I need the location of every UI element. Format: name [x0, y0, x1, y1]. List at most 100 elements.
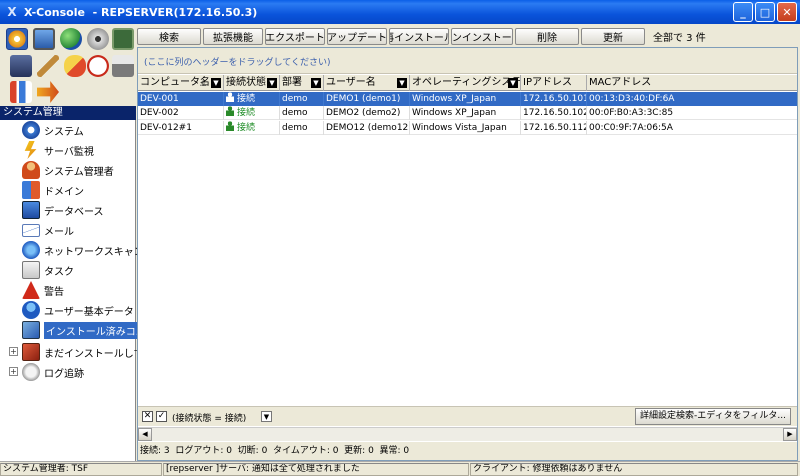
warning-icon — [22, 281, 40, 299]
cell-mac: 00:C0:9F:7A:06:5A — [589, 123, 673, 133]
column-header-computer[interactable]: コンピュータ名 △ ▼ — [138, 75, 224, 91]
domain-icon — [22, 181, 40, 199]
export-button[interactable]: エクスポート — [265, 27, 325, 45]
cell-user: DEMO2 (demo2) — [324, 106, 410, 120]
filter-dropdown-icon[interactable]: ▼ — [397, 78, 407, 88]
not-installed-icon — [22, 343, 40, 361]
cell-department: demo — [280, 92, 324, 106]
column-header-user[interactable]: ユーザー名 ▼ — [324, 75, 410, 91]
status-client: クライアント: 修理依頼はありません — [470, 463, 798, 476]
cell-department: demo — [280, 121, 324, 135]
network-scan-icon — [22, 241, 40, 259]
cell-mac: 00:13:D3:40:DF:6A — [589, 94, 675, 104]
mail-icon — [22, 223, 40, 237]
sidebar-item-log[interactable]: ログ追跡 — [22, 362, 84, 382]
group-by-bar[interactable]: (ここに列のヘッダーをドラッグしてください) — [138, 48, 797, 74]
clock-icon[interactable] — [87, 55, 109, 77]
sidebar-item-domain[interactable]: ドメイン — [22, 180, 84, 200]
sidebar-item-network-scan[interactable]: ネットワークスキャン — [22, 240, 144, 260]
search-button[interactable]: 検索 — [137, 27, 201, 45]
cell-ip: 172.16.50.102 — [523, 106, 587, 120]
table-row[interactable]: DEV-012#1 接続 demo DEMO12 (demo12) Window… — [138, 121, 797, 135]
horizontal-scrollbar[interactable]: ◀ ▶ — [138, 427, 797, 441]
sidebar-header: システム管理 — [0, 106, 136, 120]
cell-computer: DEV-001 — [138, 92, 224, 106]
filter-dropdown-icon[interactable]: ▼ — [311, 78, 321, 88]
refresh-button[interactable]: 更新 — [581, 27, 645, 45]
camera-icon[interactable] — [10, 55, 32, 77]
sidebar-item-not-installed[interactable]: まだインストールして... — [22, 342, 153, 362]
tools-icon[interactable] — [37, 55, 59, 77]
sidebar-item-label: ログ追跡 — [44, 368, 84, 380]
delete-button[interactable]: 削除 — [515, 27, 579, 45]
sidebar-item-label: メール — [44, 226, 74, 238]
column-header-os[interactable]: オペレーティングシステム ▼ — [410, 75, 521, 91]
cell-ip: 172.16.50.112 — [523, 121, 587, 135]
sort-ascending-icon: △ — [200, 78, 207, 87]
filter-enabled-checkbox[interactable]: ✓ — [156, 411, 167, 422]
admin-user-icon — [22, 161, 40, 179]
maximize-button[interactable]: □ — [755, 2, 775, 22]
uninstall-button[interactable]: アンインストール — [451, 27, 513, 45]
log-icon — [22, 363, 40, 381]
main-panel: (ここに列のヘッダーをドラッグしてください) コンピュータ名 △ ▼ 接続状態 ▼… — [137, 47, 798, 461]
filter-dropdown-icon[interactable]: ▼ — [211, 78, 221, 88]
extension-button[interactable]: 拡張機能 — [203, 27, 263, 45]
sidebar-item-mail[interactable]: メール — [22, 220, 74, 240]
connection-summary: 接続: 3 ログアウト: 0 切断: 0 タイムアウト: 0 更新: 0 異常:… — [138, 442, 797, 460]
sidebar-item-label: ユーザー基本データ — [44, 306, 134, 318]
expand-toggle[interactable]: + — [9, 347, 18, 356]
column-header-mac[interactable]: MACアドレス — [587, 75, 799, 91]
filter-editor-button[interactable]: 詳細設定検索-エディタをフィルタ... — [634, 408, 791, 425]
cell-os: Windows Vista_Japan — [410, 121, 521, 135]
filter-bar: ✕ ✓ (接続状態 = 接続) ▼ 詳細設定検索-エディタをフィルタ... — [138, 406, 797, 426]
status-admin: システム管理者: TSF — [0, 463, 162, 476]
close-button[interactable]: ✕ — [777, 2, 797, 22]
chart-icon[interactable] — [10, 81, 32, 103]
minimize-button[interactable]: _ — [733, 2, 753, 22]
cell-computer: DEV-002 — [138, 106, 224, 120]
column-header-department[interactable]: 部署 ▼ — [280, 75, 324, 91]
chip-icon[interactable] — [112, 28, 134, 50]
app-logo-icon: X — [7, 5, 17, 19]
sidebar-item-label: システム — [44, 126, 84, 138]
monitor-icon[interactable] — [33, 28, 55, 50]
sidebar-item-label: 警告 — [44, 286, 64, 298]
expand-toggle[interactable]: + — [9, 367, 18, 376]
arrow-icon[interactable] — [37, 81, 59, 103]
filter-history-dropdown[interactable]: ▼ — [261, 411, 272, 422]
database-icon — [22, 201, 40, 219]
clear-filter-button[interactable]: ✕ — [142, 411, 153, 422]
window-title: X-Console - REPSERVER(172.16.50.3) — [24, 5, 258, 19]
filter-dropdown-icon[interactable]: ▼ — [267, 78, 277, 88]
printer-icon[interactable] — [112, 55, 134, 77]
sidebar-item-user-data[interactable]: ユーザー基本データ — [22, 300, 134, 320]
globe-icon[interactable] — [60, 28, 82, 50]
scroll-right-button[interactable]: ▶ — [783, 428, 797, 441]
table-row[interactable]: DEV-002 接続 demo DEMO2 (demo2) Windows XP… — [138, 106, 797, 120]
sidebar-item-server-monitor[interactable]: サーバ監視 — [22, 140, 94, 160]
sidebar-item-label: インストール済みコ... — [44, 321, 148, 339]
column-header-ip[interactable]: IPアドレス — [521, 75, 587, 91]
update-button[interactable]: アップデート — [327, 27, 387, 45]
column-header-status[interactable]: 接続状態 ▼ — [224, 75, 280, 91]
cd-icon[interactable] — [6, 28, 28, 50]
task-icon — [22, 261, 40, 279]
cell-mac: 00:0F:B0:A3:3C:85 — [589, 108, 674, 118]
sidebar-item-installed[interactable]: インストール済みコ... — [22, 320, 148, 340]
table-row[interactable]: DEV-001 接続 demo DEMO1 (demo1) Windows XP… — [138, 92, 797, 106]
sidebar-item-admin[interactable]: システム管理者 — [22, 160, 114, 180]
scroll-left-button[interactable]: ◀ — [138, 428, 152, 441]
reinstall-button[interactable]: 再インストール — [389, 27, 449, 45]
sidebar-item-system[interactable]: システム — [22, 120, 84, 140]
user-data-icon — [22, 301, 40, 319]
pill-icon[interactable] — [64, 55, 86, 77]
gear-icon — [22, 121, 40, 139]
sidebar-item-database[interactable]: データベース — [22, 200, 104, 220]
filter-dropdown-icon[interactable]: ▼ — [508, 78, 518, 88]
sidebar-item-warning[interactable]: 警告 — [22, 280, 64, 300]
module-icon-panel — [2, 26, 135, 106]
sidebar: システム サーバ監視 システム管理者 ドメイン データベース メール ネットワー… — [0, 120, 153, 461]
sidebar-item-task[interactable]: タスク — [22, 260, 74, 280]
disc-icon[interactable] — [87, 28, 109, 50]
